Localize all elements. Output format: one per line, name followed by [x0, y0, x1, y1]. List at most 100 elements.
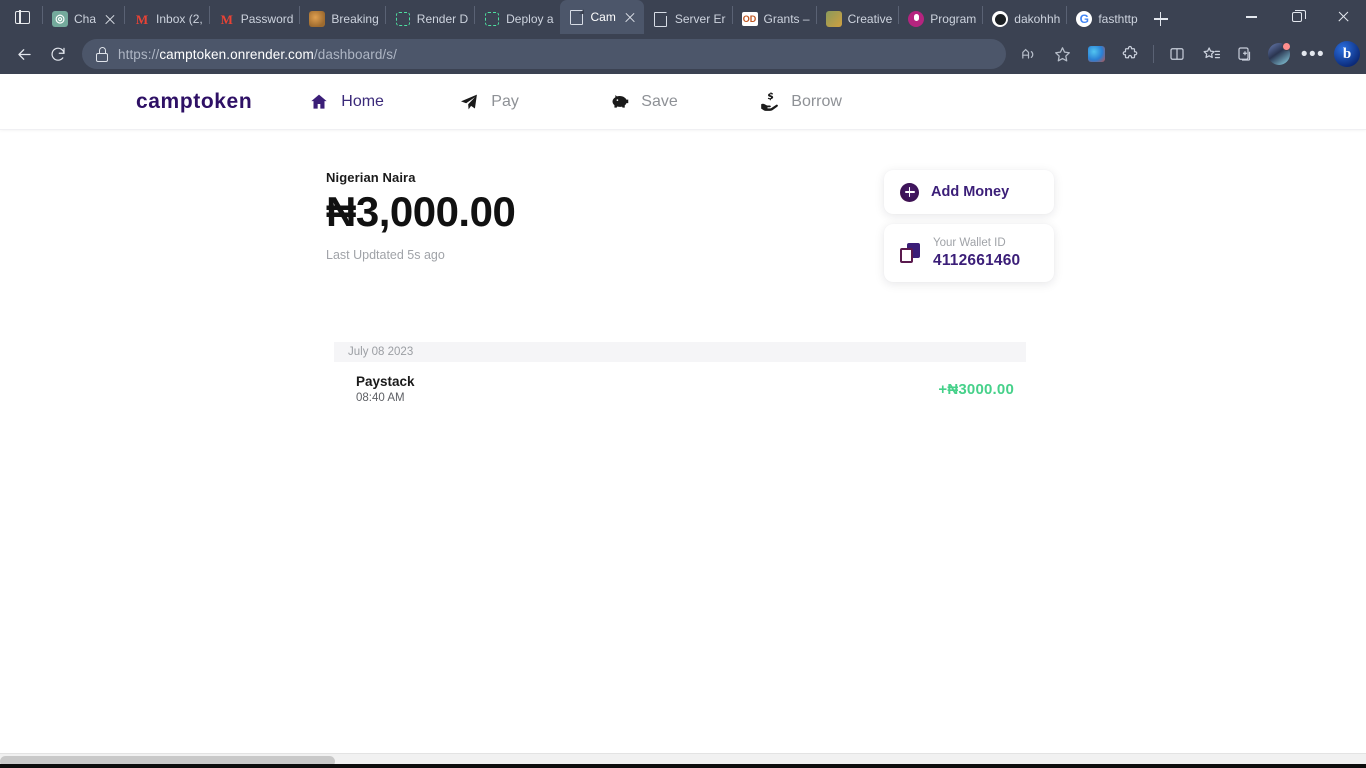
wallet-id-label: Your Wallet ID [933, 236, 1006, 249]
bing-copilot-icon: b [1334, 41, 1360, 67]
transactions-list: July 08 2023 Paystack 08:40 AM +₦3000.00 [334, 342, 1026, 416]
browser-tab-camptoken-active[interactable]: Cam [559, 0, 644, 34]
browser-tab-inbox[interactable]: M Inbox (2, [125, 4, 209, 34]
render-favicon [395, 11, 411, 27]
hand-money-icon [758, 91, 780, 113]
restore-button[interactable] [1274, 0, 1320, 34]
notification-dot [1282, 42, 1291, 51]
browser-tab-breaking[interactable]: Breaking [300, 4, 384, 34]
nav-item-save[interactable]: Save [608, 85, 758, 119]
browser-tab-github[interactable]: dakohhh [983, 4, 1066, 34]
new-tab-button[interactable] [1144, 4, 1178, 34]
tab-title: Render D [416, 12, 469, 26]
piggy-bank-icon [608, 91, 630, 113]
profile-button[interactable] [1263, 38, 1295, 70]
balance-block: Nigerian Naira ₦3,000.00 Last Updtated 5… [326, 170, 516, 262]
balance-section: Nigerian Naira ₦3,000.00 Last Updtated 5… [0, 130, 1366, 282]
reload-icon [51, 47, 65, 61]
url-path: /dashboard/s/ [313, 46, 397, 62]
favorites-button[interactable] [1195, 38, 1227, 70]
collections-button[interactable] [1229, 38, 1261, 70]
back-button[interactable] [8, 38, 40, 70]
browser-tab-chatgpt[interactable]: ◎ Cha [43, 4, 124, 34]
browser-tab-creative[interactable]: Creative [817, 4, 899, 34]
tab-panel-glyph [14, 9, 30, 25]
gmail-favicon: M [220, 11, 233, 27]
nav-item-pay[interactable]: Pay [458, 85, 608, 119]
github-favicon [992, 11, 1009, 27]
nav-item-label: Home [341, 92, 384, 110]
transaction-date-header: July 08 2023 [334, 342, 1026, 362]
site-logo[interactable]: camptoken [136, 90, 252, 114]
browser-tab-deploy[interactable]: Deploy a [475, 4, 559, 34]
nav-item-label: Pay [491, 92, 519, 110]
read-aloud-button[interactable] [1012, 38, 1044, 70]
url-host: camptoken.onrender.com [159, 46, 314, 62]
browser-tab-server-error[interactable]: Server Er [644, 4, 732, 34]
minimize-button[interactable] [1228, 0, 1274, 34]
balance-amount: ₦3,000.00 [326, 188, 516, 235]
extensions-button[interactable] [1114, 38, 1146, 70]
browser-window: ◎ Cha M Inbox (2, M Password Breaking Re… [0, 0, 1366, 768]
more-options-icon: ••• [1300, 43, 1326, 65]
transaction-row[interactable]: Paystack 08:40 AM +₦3000.00 [334, 362, 1026, 416]
tab-title: Creative [847, 12, 893, 26]
toolbar-divider [1153, 45, 1154, 63]
url-text: https://camptoken.onrender.com/dashboard… [118, 47, 397, 62]
favorites-star-list-icon [1203, 46, 1220, 58]
idm-extension-button[interactable] [1080, 38, 1112, 70]
google-favicon: G [1076, 11, 1093, 27]
wallet-id-card[interactable]: Your Wallet ID 4112661460 [884, 224, 1054, 282]
tab-panel-icon[interactable] [2, 0, 42, 34]
close-window-button[interactable] [1320, 0, 1366, 34]
address-bar[interactable]: https://camptoken.onrender.com/dashboard… [82, 39, 1006, 69]
chatgpt-favicon: ◎ [52, 11, 68, 27]
back-arrow-icon [17, 48, 31, 60]
browser-tab-fasthttp[interactable]: G fasthttp [1067, 4, 1143, 34]
add-money-label: Add Money [931, 184, 1010, 200]
transaction-time: 08:40 AM [356, 392, 405, 404]
browser-tab-render-d[interactable]: Render D [386, 4, 474, 34]
toolbar-actions: ••• b [1012, 38, 1363, 70]
tab-title: Grants – [763, 12, 810, 26]
render-favicon [484, 11, 500, 27]
tab-title: fasthttp [1098, 12, 1138, 26]
nav-item-home[interactable]: Home [308, 85, 458, 119]
browser-tab-password[interactable]: M Password [210, 4, 300, 34]
split-screen-button[interactable] [1161, 38, 1193, 70]
nav-item-borrow[interactable]: Borrow [758, 85, 908, 119]
site-header: camptoken Home Pay Save Borrow [0, 74, 1366, 130]
star-icon [1054, 46, 1070, 61]
url-scheme: https:// [118, 46, 160, 62]
copy-icon[interactable] [900, 243, 920, 263]
add-money-button[interactable]: Add Money [884, 170, 1054, 214]
news-favicon [309, 11, 326, 27]
main-navigation: Home Pay Save Borrow [308, 85, 908, 119]
browser-tab-program[interactable]: Program [899, 4, 982, 34]
restore-icon [1292, 9, 1306, 22]
tab-title: Cha [74, 12, 97, 26]
minimize-icon [1245, 16, 1257, 18]
plus-icon [1153, 12, 1168, 26]
collections-icon [1238, 47, 1251, 61]
window-controls [1228, 0, 1366, 34]
page-viewport: camptoken Home Pay Save Borrow Nigerian … [0, 74, 1366, 768]
currency-label: Nigerian Naira [326, 170, 416, 185]
tab-title: Server Er [674, 12, 726, 26]
favorite-button[interactable] [1046, 38, 1078, 70]
tab-title: Password [240, 12, 294, 26]
copilot-button[interactable]: b [1331, 38, 1363, 70]
browser-tab-grants[interactable]: OD Grants – [733, 4, 816, 34]
action-cards: Add Money Your Wallet ID 4112661460 [884, 170, 1054, 282]
read-aloud-icon [1021, 48, 1033, 59]
close-icon[interactable] [102, 11, 118, 27]
reload-button[interactable] [42, 38, 74, 70]
lock-icon [96, 46, 108, 62]
close-icon[interactable] [622, 9, 638, 25]
home-icon [308, 91, 330, 113]
od-favicon: OD [741, 12, 758, 26]
tab-strip: ◎ Cha M Inbox (2, M Password Breaking Re… [0, 0, 1366, 34]
more-options-button[interactable]: ••• [1297, 38, 1329, 70]
split-screen-icon [1170, 48, 1184, 60]
puzzle-extension-icon [1122, 45, 1138, 59]
